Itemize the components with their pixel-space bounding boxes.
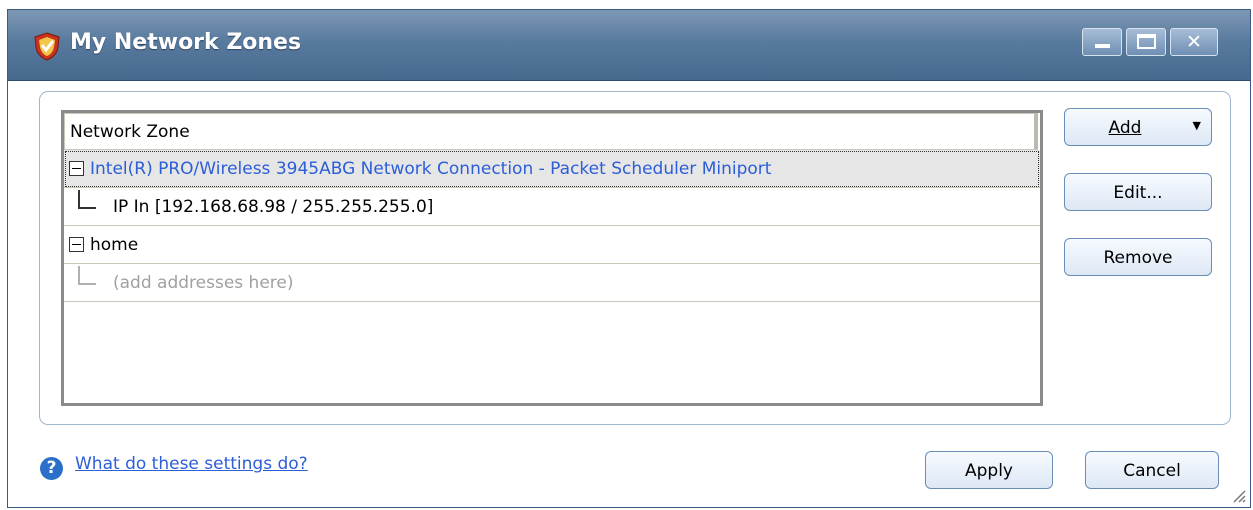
apply-button-label: Apply — [965, 461, 1013, 481]
remove-button[interactable]: Remove — [1064, 238, 1212, 276]
zone-row-intel[interactable]: Intel(R) PRO/Wireless 3945ABG Network Co… — [64, 150, 1040, 188]
apply-button[interactable]: Apply — [925, 451, 1053, 489]
minimize-button[interactable] — [1082, 28, 1122, 56]
tree-connector — [78, 266, 96, 285]
cancel-button[interactable]: Cancel — [1085, 451, 1219, 489]
window-title: My Network Zones — [70, 30, 302, 55]
column-header-network-zone[interactable]: Network Zone — [64, 113, 1038, 150]
edit-button[interactable]: Edit... — [1064, 173, 1212, 211]
network-zones-table[interactable]: Network Zone Intel(R) PRO/Wireless 3945A… — [61, 110, 1043, 406]
collapse-icon[interactable] — [69, 237, 84, 252]
help-link[interactable]: What do these settings do? — [75, 454, 308, 474]
close-icon: ✕ — [1186, 31, 1202, 53]
column-header-label: Network Zone — [70, 122, 190, 142]
collapse-icon[interactable] — [69, 161, 84, 176]
zone-label: home — [90, 235, 139, 255]
address-label: IP In [192.168.68.98 / 255.255.255.0] — [113, 197, 434, 217]
shield-app-icon — [34, 32, 60, 61]
maximize-icon — [1137, 34, 1156, 49]
dropdown-arrow-icon: ▼ — [1192, 119, 1201, 132]
cancel-button-label: Cancel — [1123, 461, 1181, 481]
remove-button-label: Remove — [1103, 248, 1173, 268]
minimize-icon — [1095, 44, 1110, 48]
dialog-window: My Network Zones ✕ Network Zone Intel(R)… — [7, 9, 1251, 508]
add-button[interactable]: Add ▼ — [1064, 108, 1212, 146]
add-button-label: Add — [1108, 118, 1142, 138]
placeholder-label: (add addresses here) — [113, 273, 294, 293]
address-row-ip[interactable]: IP In [192.168.68.98 / 255.255.255.0] — [64, 188, 1040, 226]
zone-label: Intel(R) PRO/Wireless 3945ABG Network Co… — [90, 159, 772, 179]
edit-button-label: Edit... — [1113, 183, 1163, 203]
address-placeholder-row[interactable]: (add addresses here) — [64, 264, 1040, 302]
tree-connector — [78, 190, 96, 209]
maximize-button[interactable] — [1126, 28, 1166, 56]
close-button[interactable]: ✕ — [1170, 28, 1218, 56]
zone-row-home[interactable]: home — [64, 226, 1040, 264]
zones-group-box: Network Zone Intel(R) PRO/Wireless 3945A… — [39, 91, 1231, 425]
help-icon[interactable]: ? — [40, 457, 63, 480]
title-bar[interactable]: My Network Zones ✕ — [8, 10, 1250, 81]
resize-grip-icon[interactable] — [1230, 487, 1246, 503]
